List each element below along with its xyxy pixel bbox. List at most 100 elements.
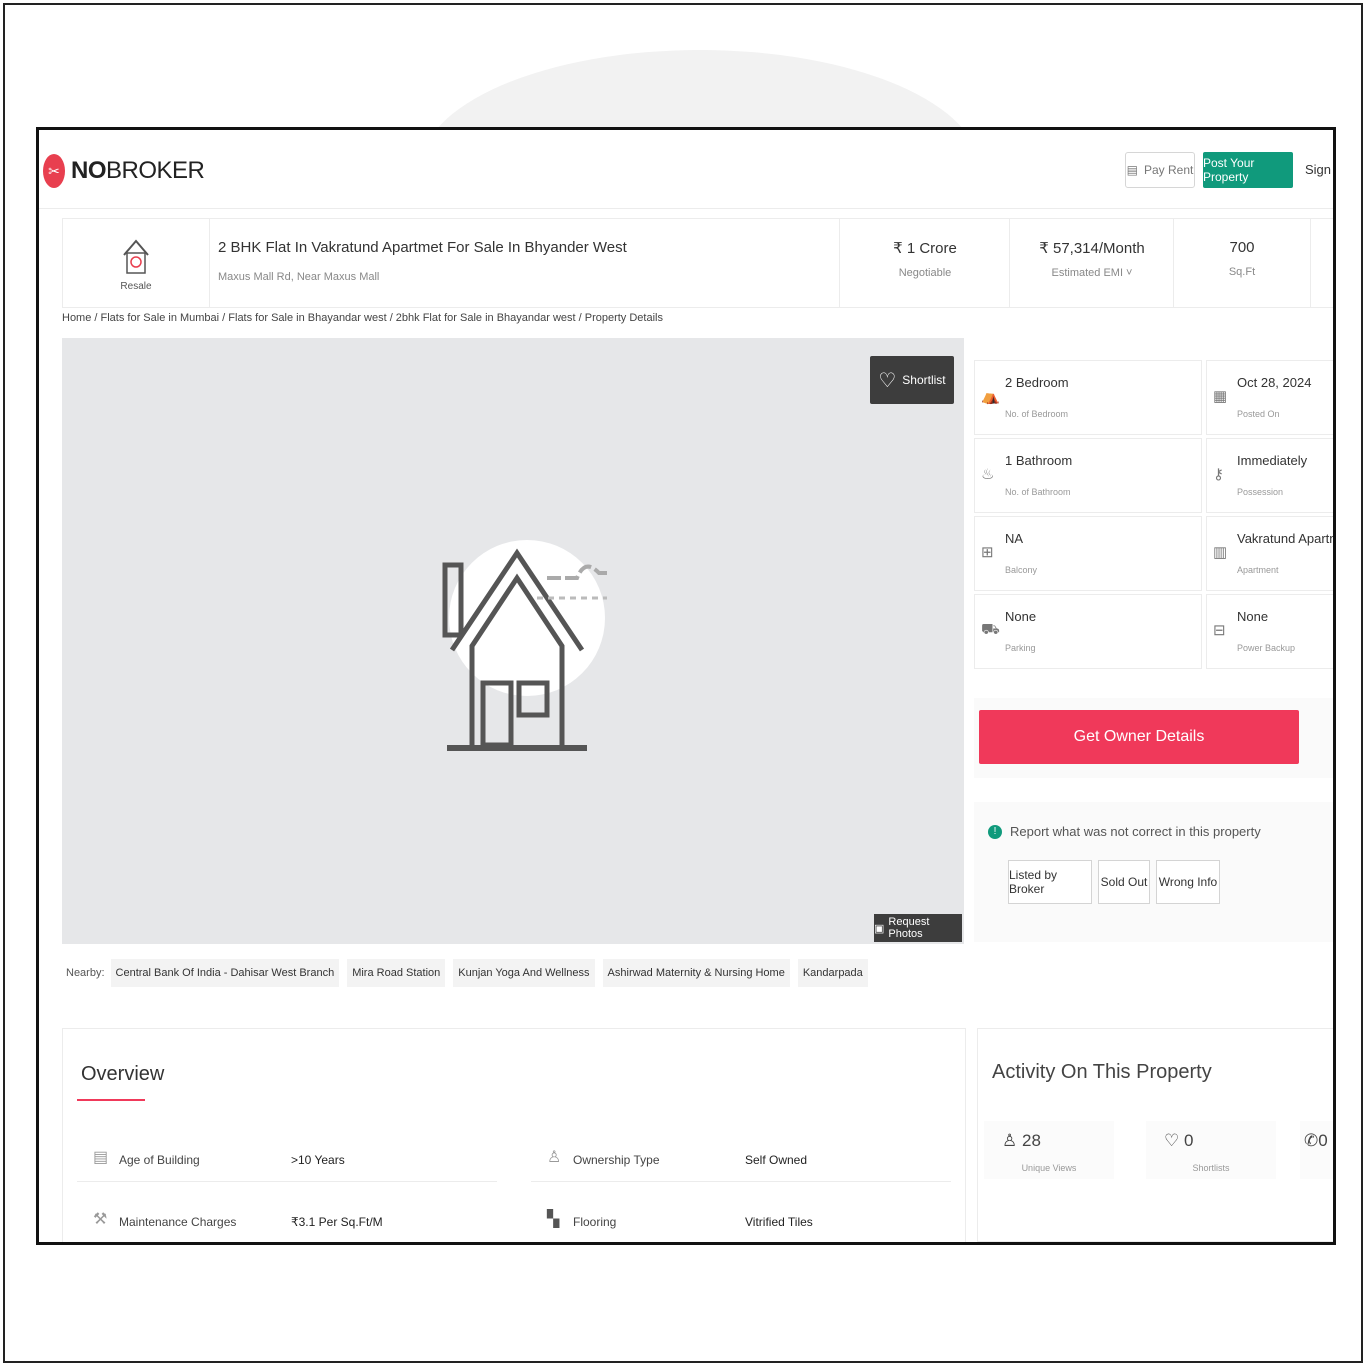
battery-icon: ⊟ [1213, 622, 1226, 639]
pay-rent-label: Pay Rent [1143, 163, 1194, 177]
balcony-icon: ⊞ [981, 544, 994, 561]
calendar-icon: ▦ [1213, 388, 1228, 405]
detail-bedroom: ⛺ 2 Bedroom No. of Bedroom [974, 360, 1202, 435]
activity-value: 28 [1021, 1131, 1041, 1150]
browser-frame: ✂ NOBROKER ▤ Pay Rent Post Your Property… [36, 127, 1336, 1245]
detail-value: Oct 28, 2024 [1237, 375, 1312, 390]
overview-row-flooring: ▚ Flooring Vitrified Tiles [531, 1203, 951, 1242]
price-block: ₹ 1 Crore Negotiable [839, 219, 1010, 307]
person-icon: ♙ [1002, 1131, 1018, 1150]
tiles-icon: ▚ [547, 1211, 560, 1228]
overview-key: Ownership Type [573, 1153, 660, 1167]
area-value: 700 [1229, 239, 1255, 256]
top-navigation-bar: ✂ NOBROKER ▤ Pay Rent Post Your Property… [39, 130, 1333, 209]
activity-value: 0 [1183, 1131, 1194, 1150]
detail-value: NA [1005, 531, 1024, 546]
activity-views-card: ♙ 28 Unique Views [984, 1121, 1114, 1179]
key-icon: ⚷ [1213, 466, 1224, 483]
building-icon: ▥ [1213, 544, 1228, 561]
detail-label: No. of Bedroom [1005, 409, 1069, 419]
property-details-grid: ⛺ 2 Bedroom No. of Bedroom ▦ Oct 28, 202… [974, 360, 1333, 670]
area-block: 700 Sq.Ft [1173, 219, 1311, 307]
request-photos-label: Request Photos [888, 916, 930, 940]
overview-key: Flooring [573, 1215, 617, 1229]
house-placeholder-icon [442, 540, 607, 751]
nearby-chip[interactable]: Mira Road Station [347, 959, 446, 987]
detail-label: Power Backup [1237, 643, 1296, 653]
ownership-icon: ♙ [547, 1149, 562, 1166]
heart-icon: ♡ [878, 369, 897, 392]
emi-value: ₹ 57,314/Month [1039, 240, 1145, 257]
overview-value: Self Owned [745, 1153, 808, 1167]
bath-icon: ♨ [981, 466, 995, 483]
detail-value: None [1005, 609, 1037, 624]
detail-apartment: ▥ Vakratund Apartmet Apartment [1206, 516, 1333, 591]
post-property-button[interactable]: Post Your Property [1203, 152, 1293, 188]
overview-row-age: ▤ Age of Building >10 Years [77, 1141, 497, 1182]
sold-out-button[interactable]: Sold Out [1098, 860, 1150, 904]
photo-gallery[interactable]: ♡ Shortlist ▣ Request Photos [62, 338, 964, 944]
detail-possession: ⚷ Immediately Possession [1206, 438, 1333, 513]
nobroker-logo[interactable]: ✂ NOBROKER [43, 154, 205, 188]
info-icon: ! [988, 824, 1002, 839]
sign-up-link[interactable]: Sign u [1305, 162, 1333, 177]
detail-posted-on: ▦ Oct 28, 2024 Posted On [1206, 360, 1333, 435]
get-owner-details-button[interactable]: Get Owner Details [979, 710, 1299, 764]
property-address: Maxus Mall Rd, Near Maxus Mall [218, 271, 380, 283]
activity-section: Activity On This Property ♙ 28 Unique Vi… [977, 1028, 1333, 1242]
activity-label: Unique Views [1021, 1163, 1077, 1173]
nearby-chip[interactable]: Kunjan Yoga And Wellness [453, 959, 595, 987]
detail-value: Vakratund Apartmet [1237, 531, 1333, 546]
overview-row-ownership: ♙ Ownership Type Self Owned [531, 1141, 951, 1182]
image-icon: ▣ [874, 922, 885, 935]
card-icon: ▤ [1126, 163, 1138, 177]
area-unit: Sq.Ft [1228, 266, 1256, 278]
detail-label: Apartment [1237, 565, 1279, 575]
pay-rent-button[interactable]: ▤ Pay Rent [1125, 152, 1195, 188]
activity-value: 0 [1318, 1131, 1328, 1150]
emi-note: Estimated EMI ˅ [1051, 267, 1133, 279]
report-title: ! Report what was not correct in this pr… [988, 824, 1261, 839]
activity-title: Activity On This Property [992, 1061, 1212, 1083]
overview-value: Vitrified Tiles [745, 1215, 813, 1229]
report-title-text: Report what was not correct in this prop… [1010, 824, 1261, 839]
activity-label: Shortlists [1192, 1163, 1230, 1173]
nearby-chip[interactable]: Kandarpada [797, 959, 868, 987]
resale-house-icon [123, 238, 149, 274]
detail-balcony: ⊞ NA Balcony [974, 516, 1202, 591]
detail-value: 2 Bedroom [1005, 375, 1069, 390]
property-header-card: Resale 2 BHK Flat In Vakratund Apartmet … [62, 218, 1333, 308]
activity-contacts-card: ✆0 [1300, 1121, 1333, 1179]
overview-value: ₹3.1 Per Sq.Ft/M [291, 1215, 383, 1229]
phone-icon: ✆ [1304, 1131, 1319, 1150]
detail-label: Parking [1005, 643, 1036, 653]
shortlist-button[interactable]: ♡ Shortlist [870, 356, 954, 404]
wrong-info-button[interactable]: Wrong Info [1156, 860, 1220, 904]
logo-broker-text: BROKER [106, 157, 205, 184]
heart-icon: ♡ [1164, 1131, 1180, 1150]
nearby-chip[interactable]: Ashirwad Maternity & Nursing Home [602, 959, 790, 987]
detail-bathroom: ♨ 1 Bathroom No. of Bathroom [974, 438, 1202, 513]
nearby-label: Nearby: [66, 967, 105, 979]
logo-mark-icon: ✂ [43, 154, 65, 188]
shortlist-label: Shortlist [902, 373, 946, 387]
detail-label: Posted On [1237, 409, 1280, 419]
nearby-chip[interactable]: Central Bank Of India - Dahisar West Bra… [110, 959, 340, 987]
listed-by-broker-button[interactable]: Listed by Broker [1008, 860, 1092, 904]
breadcrumb[interactable]: Home / Flats for Sale in Mumbai / Flats … [62, 312, 663, 324]
property-type-label: Resale [120, 280, 152, 292]
detail-value: Immediately [1237, 453, 1308, 468]
detail-power-backup: ⊟ None Power Backup [1206, 594, 1333, 669]
detail-value: 1 Bathroom [1005, 453, 1073, 468]
request-photos-button[interactable]: ▣ Request Photos [874, 914, 962, 942]
building-age-icon: ▤ [93, 1149, 109, 1166]
report-panel: ! Report what was not correct in this pr… [974, 802, 1333, 942]
overview-title: Overview [81, 1063, 165, 1085]
tools-icon: ⚒ [93, 1211, 108, 1228]
overview-section: Overview ▤ Age of Building >10 Years ♙ O… [62, 1028, 966, 1242]
overview-value: >10 Years [291, 1153, 345, 1167]
detail-label: Balcony [1005, 565, 1038, 575]
owner-details-panel: Get Owner Details [974, 698, 1333, 778]
emi-block[interactable]: ₹ 57,314/Month Estimated EMI ˅ [1009, 219, 1174, 307]
property-type-block: Resale [63, 219, 210, 307]
